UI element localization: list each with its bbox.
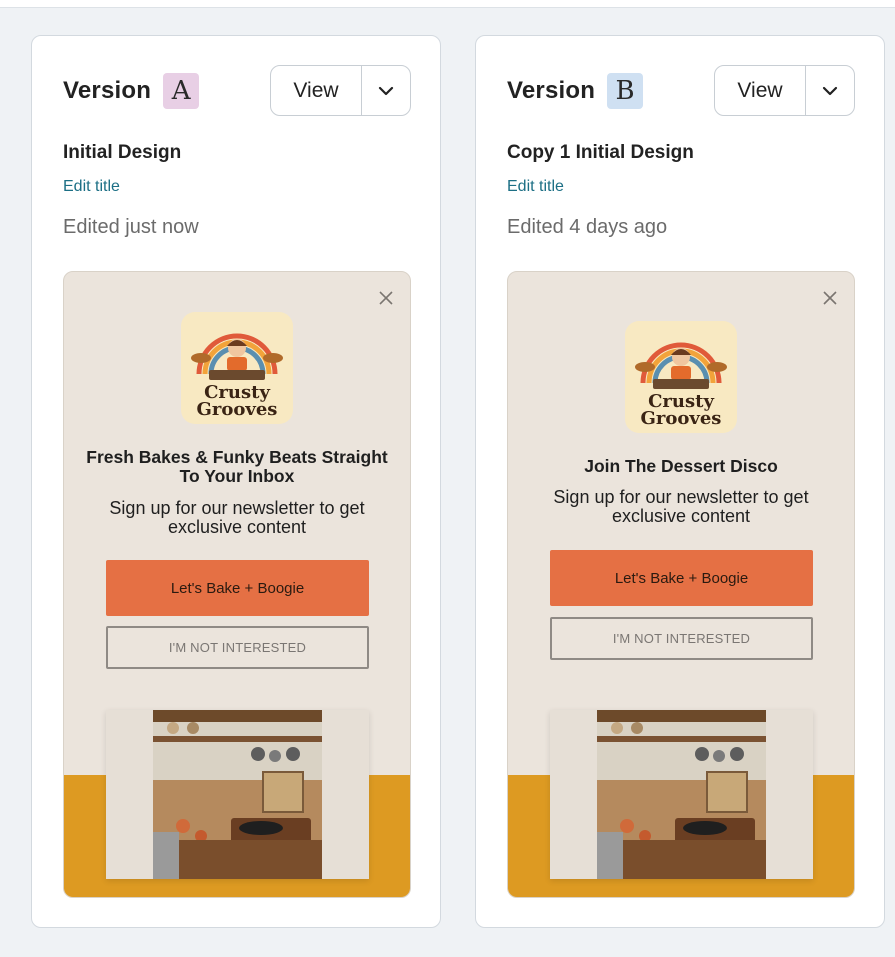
popup-headline: Join The Dessert Disco [584, 456, 778, 476]
view-options-dropdown[interactable] [806, 66, 854, 115]
version-label: Version [63, 77, 152, 104]
logo-word-2: Grooves [641, 408, 722, 429]
kitchen-image-card [550, 710, 813, 879]
popup-subline: Sign up for our newsletter to get exclus… [109, 498, 365, 537]
brand-logo: Crusty Grooves [625, 321, 737, 433]
version-heading: Version A [63, 72, 200, 110]
edit-title-link[interactable]: Edit title [507, 178, 564, 196]
popup-preview[interactable]: Crusty Grooves Join The Dessert Disco Si… [507, 271, 855, 898]
view-button[interactable]: View [271, 66, 362, 115]
kitchen-turntable-image [597, 710, 766, 879]
top-bar [0, 0, 895, 8]
design-title: Copy 1 Initial Design [507, 142, 694, 163]
edited-timestamp: Edited 4 days ago [507, 216, 668, 238]
chevron-down-icon [378, 86, 394, 95]
popup-headline: Fresh Bakes & Funky Beats Straight To Yo… [86, 447, 388, 487]
version-label: Version [507, 77, 596, 104]
popup-subline: Sign up for our newsletter to get exclus… [553, 487, 809, 526]
not-interested-button[interactable]: I'M NOT INTERESTED [106, 626, 369, 669]
close-icon[interactable] [378, 290, 394, 306]
version-heading: Version B [507, 72, 644, 110]
view-button[interactable]: View [715, 66, 806, 115]
edit-title-link[interactable]: Edit title [63, 178, 120, 196]
view-button-group: View [270, 65, 411, 116]
popup-preview[interactable]: Crusty Grooves Fresh Bakes & Funky Beats… [63, 271, 411, 898]
view-options-dropdown[interactable] [362, 66, 410, 115]
signup-cta-button[interactable]: Let's Bake + Boogie [550, 550, 813, 606]
version-badge: A [163, 73, 200, 109]
kitchen-image-card [106, 710, 369, 879]
close-icon[interactable] [822, 290, 838, 306]
version-card-b: Version B View Copy 1 Initial Design Edi… [475, 35, 885, 928]
view-button-group: View [714, 65, 855, 116]
signup-cta-button[interactable]: Let's Bake + Boogie [106, 560, 369, 616]
kitchen-turntable-image [153, 710, 322, 879]
version-badge: B [607, 73, 644, 109]
design-title: Initial Design [63, 142, 182, 163]
version-card-a: Version A View Initial Design Edit title… [31, 35, 441, 928]
logo-word-2: Grooves [197, 399, 278, 420]
chevron-down-icon [822, 86, 838, 95]
brand-logo: Crusty Grooves [181, 312, 293, 424]
edited-timestamp: Edited just now [63, 216, 199, 238]
not-interested-button[interactable]: I'M NOT INTERESTED [550, 617, 813, 660]
